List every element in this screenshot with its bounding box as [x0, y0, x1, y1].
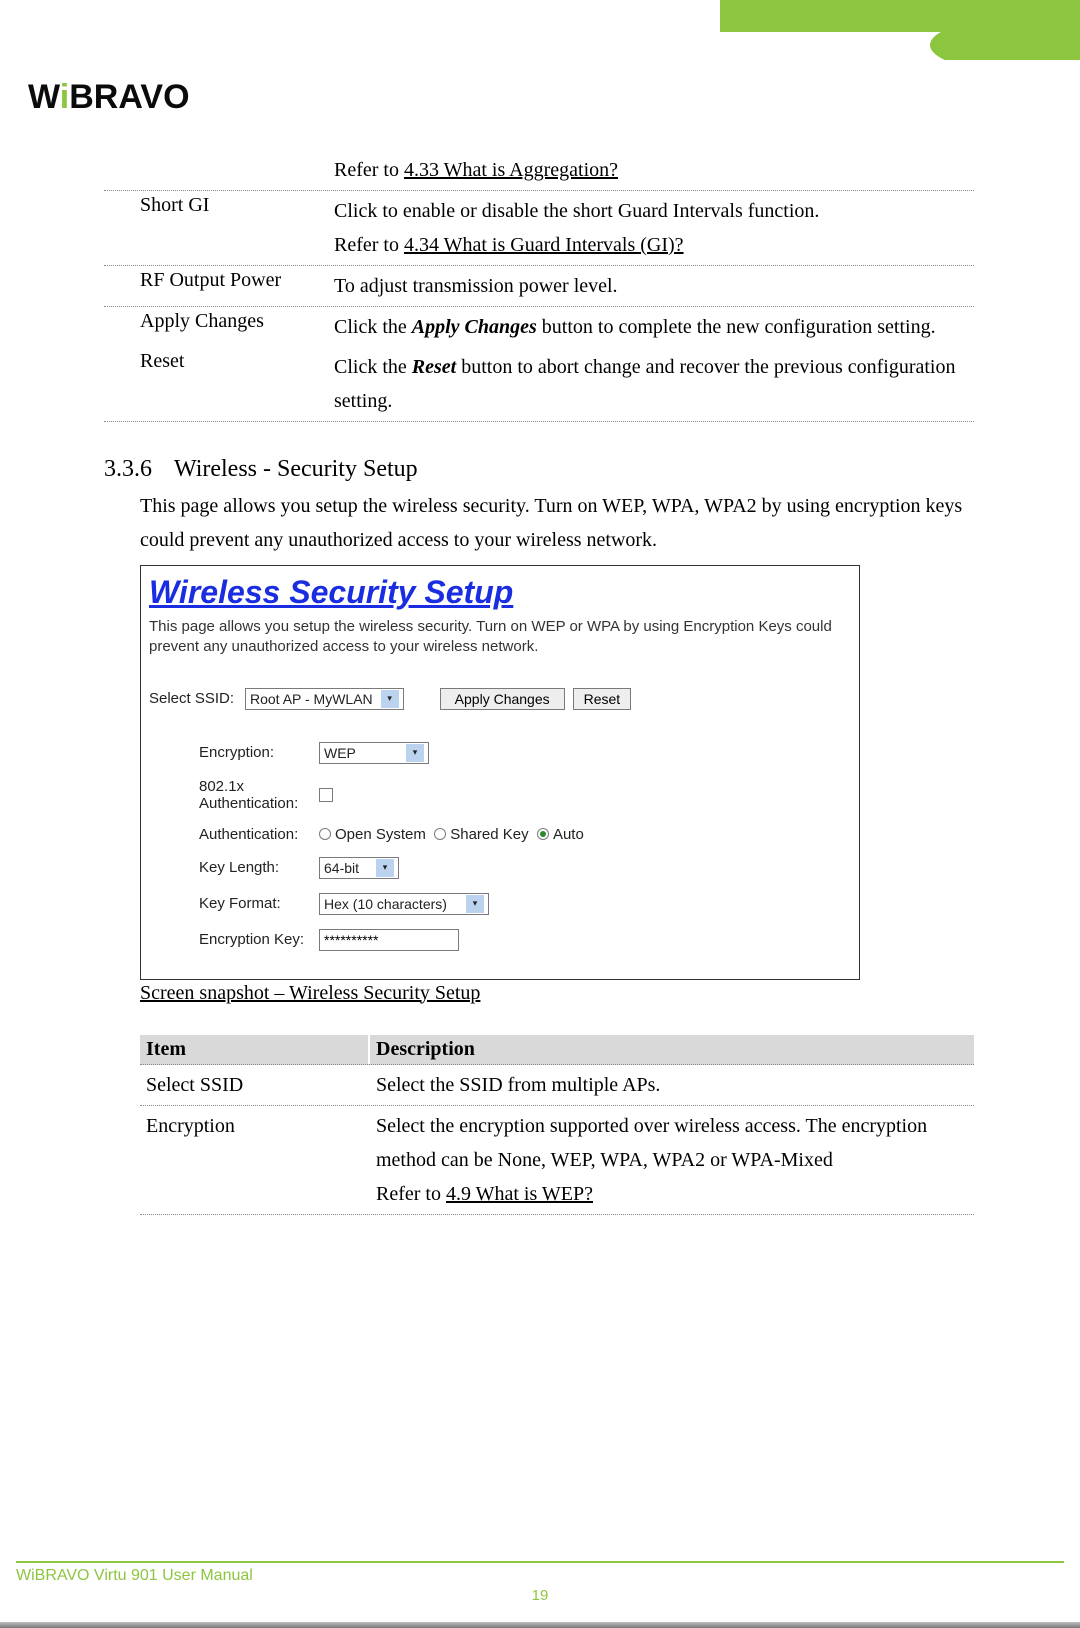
section-number: 3.3.6 [104, 456, 164, 483]
chevron-down-icon: ▾ [406, 744, 424, 762]
table-cell-text: Refer to [334, 159, 404, 181]
link-text: 4.34 What is Guard Intervals (GI)? [404, 234, 684, 256]
auth-radio-shared[interactable] [434, 828, 446, 840]
chevron-down-icon: ▾ [381, 690, 399, 708]
screenshot-subtext: This page allows you setup the wireless … [149, 617, 851, 658]
header-accent-blob [880, 0, 1080, 60]
table-cell-text: Click the [334, 356, 412, 378]
screenshot-caption: Screen snapshot – Wireless Security Setu… [140, 982, 974, 1005]
table-cell-item: Apply Changes [104, 310, 334, 344]
ss-label: 802.1x Authentication: [149, 778, 319, 812]
brand-logo: WiBRAVO [28, 78, 190, 117]
encryption-dropdown[interactable]: WEP ▾ [319, 742, 429, 764]
table-cell-text: Select the encryption supported over wir… [376, 1109, 974, 1177]
keylength-dropdown[interactable]: 64-bit ▾ [319, 857, 399, 879]
ss-row-authentication: Authentication: Open System Shared Key A… [149, 826, 851, 843]
keyformat-dropdown[interactable]: Hex (10 characters) ▾ [319, 893, 489, 915]
section-description: This page allows you setup the wireless … [104, 489, 974, 557]
table-row: Reset Click the Reset button to abort ch… [104, 347, 974, 422]
table-row: Select SSID Select the SSID from multipl… [140, 1065, 974, 1106]
auth-radio-open[interactable] [319, 828, 331, 840]
auth-option-label: Shared Key [450, 826, 528, 843]
header-bar [0, 0, 1080, 52]
section-title-text: Wireless - Security Setup [174, 456, 418, 483]
table-row: Refer to 4.33 What is Aggregation? [104, 150, 974, 190]
ss-label: Select SSID: [149, 690, 245, 707]
ss-row-8021x: 802.1x Authentication: [149, 778, 851, 812]
auth-option-label: Open System [335, 826, 426, 843]
page-number: 19 [16, 1587, 1064, 1604]
section-heading: 3.3.6 Wireless - Security Setup [104, 456, 974, 483]
table-cell-text: To adjust transmission power level. [334, 269, 974, 303]
table-row: Short GI Click to enable or disable the … [104, 190, 974, 266]
table-cell-bold: Reset [412, 356, 456, 378]
ss-row-keyformat: Key Format: Hex (10 characters) ▾ [149, 893, 851, 915]
select-ssid-dropdown[interactable]: Root AP - MyWLAN ▾ [245, 688, 404, 710]
ss-row-encryptionkey: Encryption Key: [149, 929, 851, 951]
embedded-screenshot: Wireless Security Setup This page allows… [140, 565, 860, 980]
table-row: Encryption Select the encryption support… [140, 1106, 974, 1215]
table-cell-item: RF Output Power [104, 269, 334, 303]
auth-radio-auto[interactable] [537, 828, 549, 840]
chevron-down-icon: ▾ [466, 895, 484, 913]
ss-label: Key Format: [149, 895, 319, 912]
keylength-value: 64-bit [324, 860, 359, 876]
table-cell-text: button to complete the new configuration… [537, 316, 936, 338]
table-cell-text: Click the [334, 316, 412, 338]
table-row: Apply Changes Click the Apply Changes bu… [104, 307, 974, 347]
table-header: Item Description [140, 1035, 974, 1065]
ss-row-keylength: Key Length: 64-bit ▾ [149, 857, 851, 879]
table-cell-text: Select the SSID from multiple APs. [370, 1068, 974, 1102]
footer-text: WiBRAVO Virtu 901 User Manual [16, 1567, 1064, 1585]
ss-row-encryption: Encryption: WEP ▾ [149, 742, 851, 764]
table-cell-item: Select SSID [140, 1068, 370, 1102]
table-header-desc: Description [370, 1035, 974, 1064]
description-table: Item Description Select SSID Select the … [140, 1035, 974, 1215]
page-bottom-edge [0, 1622, 1080, 1628]
page-content: Refer to 4.33 What is Aggregation? Short… [104, 150, 974, 1215]
reset-button[interactable]: Reset [573, 688, 632, 710]
link-text: 4.33 What is Aggregation? [404, 159, 618, 181]
table-cell-item: Short GI [104, 194, 334, 262]
ss-label: Encryption: [149, 744, 319, 761]
ss-label: Authentication: [149, 826, 319, 843]
keyformat-value: Hex (10 characters) [324, 896, 447, 912]
encryption-key-input[interactable] [319, 929, 459, 951]
table-cell-text: Click to enable or disable the short Gua… [334, 194, 968, 228]
apply-changes-button[interactable]: Apply Changes [440, 688, 565, 710]
encryption-value: WEP [324, 745, 356, 761]
table-row: RF Output Power To adjust transmission p… [104, 266, 974, 307]
chevron-down-icon: ▾ [376, 859, 394, 877]
link-text: 4.9 What is WEP? [446, 1183, 593, 1205]
auth-option-label: Auto [553, 826, 584, 843]
table-cell-item: Encryption [140, 1109, 370, 1211]
page-footer: WiBRAVO Virtu 901 User Manual 19 [16, 1561, 1064, 1604]
8021x-checkbox[interactable] [319, 788, 333, 802]
select-ssid-value: Root AP - MyWLAN [250, 691, 373, 707]
screenshot-title: Wireless Security Setup [149, 574, 851, 611]
table-cell-text: Refer to [376, 1183, 446, 1205]
table-cell-item: Reset [104, 350, 334, 418]
ss-label: Encryption Key: [149, 931, 319, 948]
table-header-item: Item [140, 1035, 370, 1064]
table-cell-bold: Apply Changes [412, 316, 537, 338]
ss-row-select-ssid: Select SSID: Root AP - MyWLAN ▾ Apply Ch… [149, 688, 851, 710]
table-cell-text: Refer to [334, 234, 404, 256]
ss-label: Key Length: [149, 859, 319, 876]
